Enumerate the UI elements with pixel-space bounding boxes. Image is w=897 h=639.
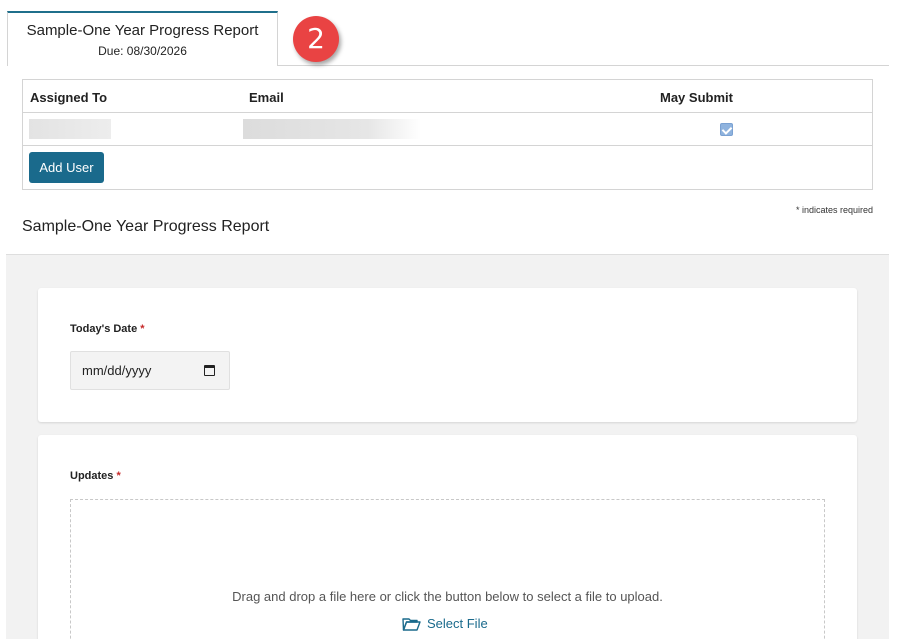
users-table-header: Assigned To Email May Submit — [23, 80, 872, 113]
column-email: Email — [249, 90, 284, 105]
may-submit-checkbox[interactable] — [720, 123, 733, 136]
form-title: Sample-One Year Progress Report — [22, 218, 270, 235]
required-note: * indicates required — [795, 205, 873, 215]
todays-date-input[interactable]: mm/dd/yyyy — [70, 351, 230, 390]
todays-date-card: Today's Date * mm/dd/yyyy — [38, 288, 857, 422]
report-tab[interactable]: Sample-One Year Progress Report Due: 08/… — [7, 11, 278, 66]
add-user-button[interactable]: Add User — [29, 152, 104, 183]
select-file-button[interactable]: Select File — [402, 616, 488, 631]
tab-title: Sample-One Year Progress Report — [26, 22, 259, 39]
calendar-icon[interactable] — [204, 365, 215, 376]
updates-label-text: Updates — [70, 470, 114, 482]
redacted-user-email — [243, 119, 421, 139]
users-table: Assigned To Email May Submit Add User — [22, 79, 873, 190]
todays-date-label-text: Today's Date — [70, 323, 138, 335]
file-dropzone[interactable]: Drag and drop a file here or click the b… — [70, 499, 825, 639]
required-asterisk: * — [140, 323, 145, 335]
table-row — [23, 113, 872, 146]
tab-due-date: Due: 08/30/2026 — [98, 44, 187, 58]
todays-date-label: Today's Date * — [70, 323, 145, 335]
select-file-label: Select File — [427, 616, 488, 631]
date-placeholder: mm/dd/yyyy — [82, 363, 152, 378]
column-assigned-to: Assigned To — [30, 90, 108, 105]
tab-divider — [278, 65, 889, 66]
form-body: Today's Date * mm/dd/yyyy Updates * Drag… — [6, 254, 889, 639]
step-number-badge: 2 — [293, 16, 339, 62]
updates-label: Updates * — [70, 470, 121, 482]
folder-open-icon — [402, 617, 421, 631]
column-may-submit: May Submit — [660, 90, 733, 105]
required-asterisk: * — [116, 470, 121, 482]
updates-card: Updates * Drag and drop a file here or c… — [38, 435, 857, 639]
redacted-user-name — [29, 119, 111, 139]
dropzone-instructions: Drag and drop a file here or click the b… — [232, 589, 663, 604]
